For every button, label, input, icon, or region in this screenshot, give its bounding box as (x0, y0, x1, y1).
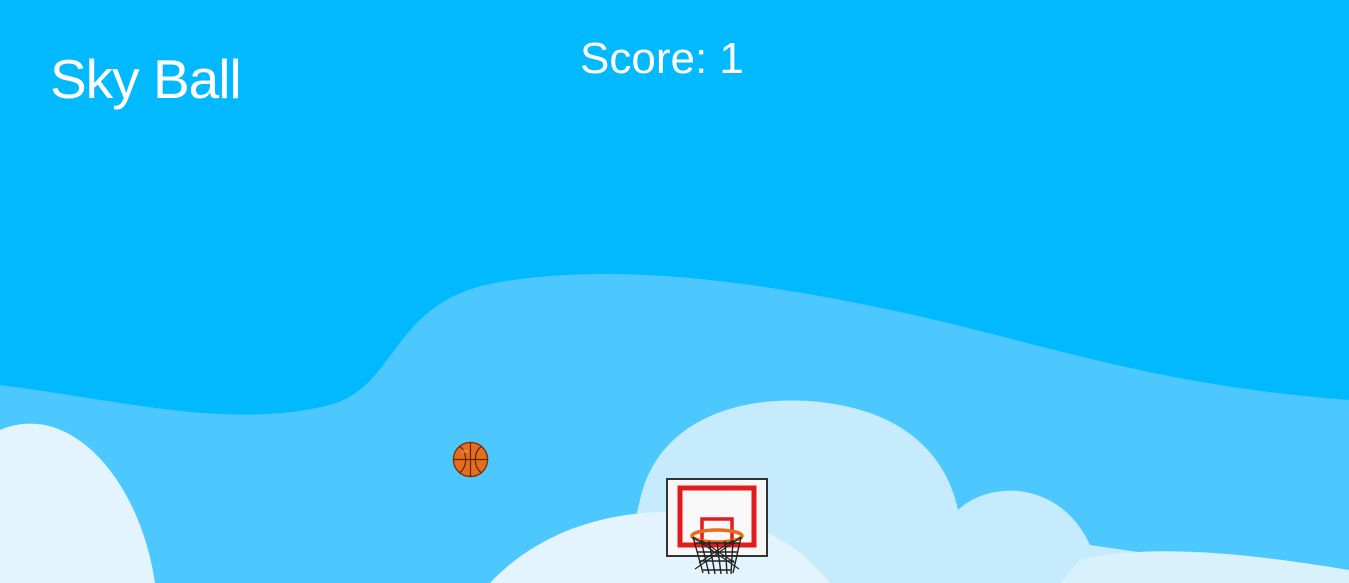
basketball-icon[interactable] (452, 441, 489, 478)
score-label: Score: (580, 34, 708, 83)
game-stage[interactable]: Sky Ball Score: 1 (0, 0, 1349, 583)
score-value: 1 (719, 34, 744, 83)
basketball-hoop-icon (666, 478, 768, 575)
score-display: Score: 1 (580, 37, 744, 81)
game-title: Sky Ball (50, 48, 242, 110)
